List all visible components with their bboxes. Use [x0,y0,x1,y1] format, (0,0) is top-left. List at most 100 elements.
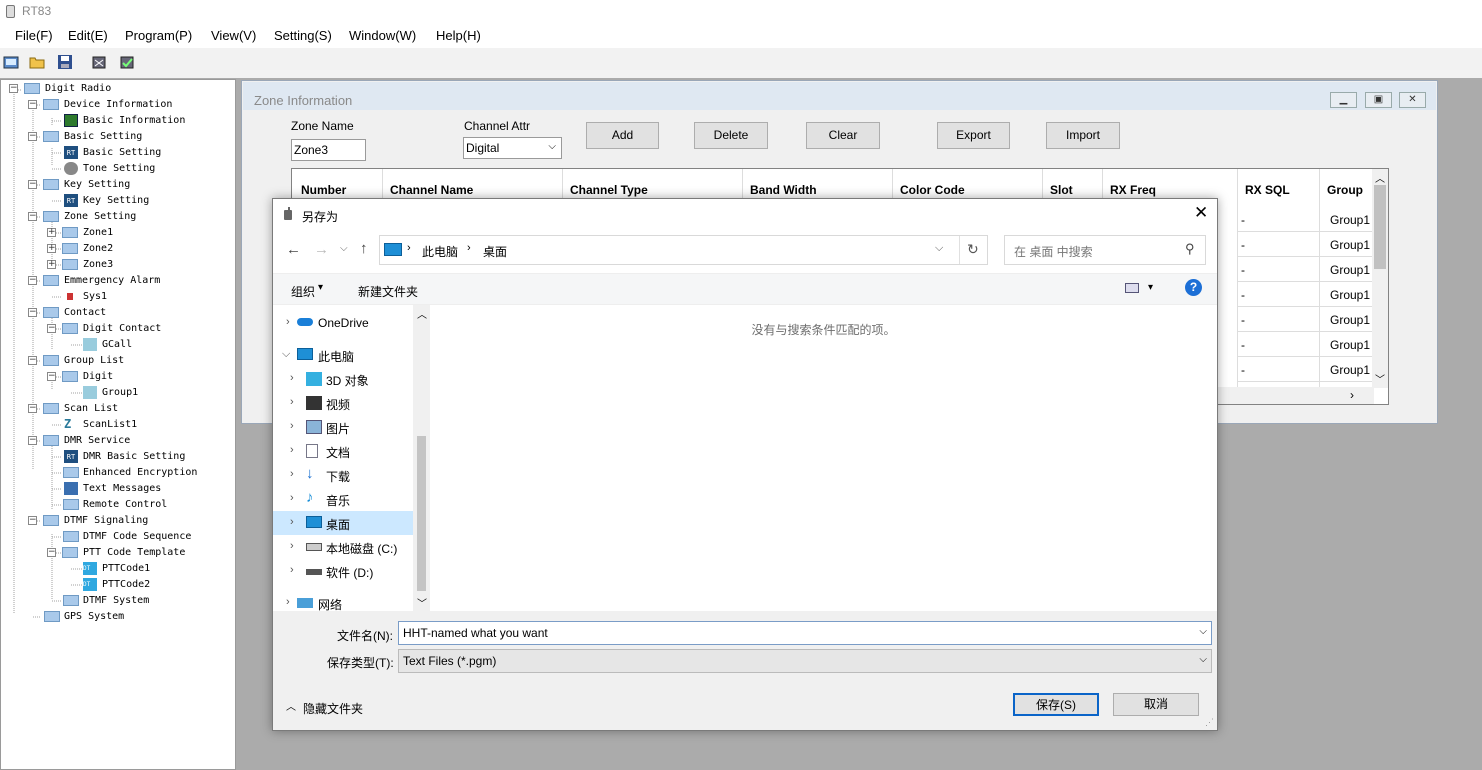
file-list-area[interactable]: 没有与搜索条件匹配的项。 [430,305,1217,611]
chevron-down-icon[interactable]: ⌵ [935,242,943,255]
help-icon[interactable]: ? [1185,279,1202,296]
menu-help[interactable]: Help(H) [436,28,481,43]
collapse-icon[interactable]: − [28,276,37,285]
expand-icon[interactable]: + [47,228,56,237]
recent-locations-icon[interactable]: ⌵ [340,243,348,254]
filename-input[interactable]: HHT-named what you want ⌵ [398,621,1212,645]
table-row[interactable]: - Group1 [1237,282,1374,307]
table-row[interactable]: - Group1 [1237,307,1374,332]
chevron-up-icon[interactable]: ︿ [286,698,296,713]
filetype-select[interactable]: Text Files (*.pgm) ⌵ [398,649,1212,673]
resize-grip-icon[interactable]: ⋰ [1205,717,1214,728]
col-group[interactable]: Group [1327,183,1363,197]
save-icon[interactable] [57,54,73,70]
collapse-icon[interactable]: − [9,84,18,93]
col-channel-name[interactable]: Channel Name [390,183,473,197]
menu-setting[interactable]: Setting(S) [274,28,332,43]
col-rx-sql[interactable]: RX SQL [1245,183,1290,197]
forward-arrow-icon[interactable]: → [314,241,329,258]
nav-videos[interactable]: › 视频 [273,391,413,415]
nav-music[interactable]: › ♪ 音乐 [273,487,413,511]
export-button[interactable]: Export [937,122,1010,149]
caret-down-icon[interactable]: ▾ [1148,282,1153,293]
expand-icon[interactable]: + [47,244,56,253]
read-radio-icon[interactable] [91,54,107,70]
add-button[interactable]: Add [586,122,659,149]
col-number[interactable]: Number [301,183,346,197]
view-icon[interactable] [1125,283,1139,293]
collapse-icon[interactable]: − [47,372,56,381]
scroll-up-icon[interactable]: ︿ [417,306,427,321]
breadcrumb-this-pc[interactable]: 此电脑 [422,243,458,260]
collapse-icon[interactable]: − [28,180,37,189]
table-row[interactable]: - Group1 [1237,357,1374,382]
expand-icon[interactable]: + [47,260,56,269]
collapse-icon[interactable]: − [28,356,37,365]
new-icon[interactable] [3,54,19,70]
delete-button[interactable]: Delete [694,122,768,149]
open-folder-icon[interactable] [29,54,45,70]
write-radio-icon[interactable] [119,54,135,70]
search-box[interactable]: 在 桌面 中搜索 ⚲ [1004,235,1206,265]
table-row[interactable]: - Group1 [1237,332,1374,357]
col-color-code[interactable]: Color Code [900,183,965,197]
col-channel-type[interactable]: Channel Type [570,183,648,197]
nav-pictures[interactable]: › 图片 [273,415,413,439]
nav-3d-objects[interactable]: › 3D 对象 [273,367,413,391]
collapse-icon[interactable]: − [28,100,37,109]
breadcrumb-desktop[interactable]: 桌面 [483,243,507,260]
menu-file[interactable]: File(F) [15,28,53,43]
collapse-icon[interactable]: − [28,436,37,445]
close-icon[interactable]: ✕ [1399,92,1426,108]
up-arrow-icon[interactable]: ↑ [360,240,368,257]
table-row[interactable]: - Group1 [1237,207,1374,232]
scroll-thumb[interactable] [1374,185,1386,269]
collapse-icon[interactable]: − [28,516,37,525]
collapse-icon[interactable]: − [28,308,37,317]
back-arrow-icon[interactable]: ← [286,241,301,258]
col-slot[interactable]: Slot [1050,183,1073,197]
nav-onedrive[interactable]: › OneDrive [273,311,413,335]
nav-software-d[interactable]: › 软件 (D:) [273,559,413,583]
clear-button[interactable]: Clear [806,122,880,149]
save-button[interactable]: 保存(S) [1013,693,1099,716]
organize-menu[interactable]: 组织 [291,283,315,300]
new-folder-button[interactable]: 新建文件夹 [358,283,418,300]
import-button[interactable]: Import [1046,122,1120,149]
collapse-icon[interactable]: − [47,324,56,333]
table-row[interactable]: - Group1 [1237,232,1374,257]
nav-local-disk-c[interactable]: › 本地磁盘 (C:) [273,535,413,559]
scroll-up-icon[interactable]: ︿ [1375,170,1385,185]
scroll-down-icon[interactable]: ﹀ [417,595,427,610]
minimize-icon[interactable]: ▁ [1330,92,1357,108]
nav-this-pc[interactable]: ⌵ 此电脑 [273,343,413,367]
collapse-icon[interactable]: − [28,404,37,413]
chevron-down-icon[interactable]: ⌵ [1199,626,1207,637]
col-band-width[interactable]: Band Width [750,183,817,197]
col-rx-freq[interactable]: RX Freq [1110,183,1156,197]
scroll-thumb[interactable] [417,436,426,591]
scroll-down-icon[interactable]: ﹀ [1375,371,1385,386]
nav-desktop[interactable]: › 桌面 [273,511,413,535]
nav-downloads[interactable]: › ↓ 下载 [273,463,413,487]
table-row[interactable]: - Group1 [1237,257,1374,282]
menu-view[interactable]: View(V) [211,28,256,43]
scroll-right-icon[interactable]: › [1350,388,1354,402]
refresh-icon[interactable]: ↻ [967,241,979,258]
close-icon[interactable]: ✕ [1194,203,1208,223]
menu-window[interactable]: Window(W) [349,28,416,43]
collapse-icon[interactable]: − [47,548,56,557]
channel-attr-select[interactable]: Digital ⌵ [463,137,562,159]
hide-folders-button[interactable]: 隐藏文件夹 [303,700,363,717]
zone-name-input[interactable]: Zone3 [291,139,366,161]
menu-edit[interactable]: Edit(E) [68,28,108,43]
collapse-icon[interactable]: − [28,212,37,221]
nav-documents[interactable]: › 文档 [273,439,413,463]
restore-icon[interactable]: ▣ [1365,92,1392,108]
grid-vertical-scrollbar[interactable]: ︿ ﹀ [1372,169,1388,388]
address-bar[interactable]: › 此电脑 › 桌面 ⌵ ↻ [379,235,988,265]
collapse-icon[interactable]: − [28,132,37,141]
menu-program[interactable]: Program(P) [125,28,192,43]
cancel-button[interactable]: 取消 [1113,693,1199,716]
navigation-scrollbar[interactable]: ︿ ﹀ [413,305,430,611]
